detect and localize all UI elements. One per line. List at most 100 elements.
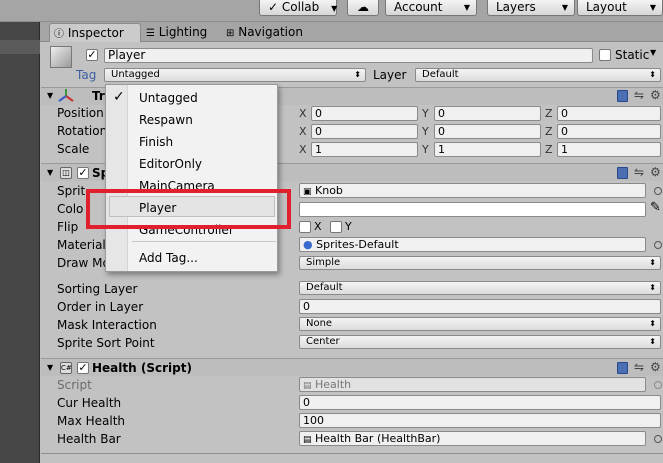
cloud-icon: ☁ (357, 0, 369, 14)
dropdown-arrow-icon: ⬍ (649, 70, 656, 79)
sprite-value: Knob (315, 184, 343, 197)
chevron-down-icon[interactable]: ▼ (650, 48, 656, 57)
cloud-button[interactable]: ☁ (347, 0, 379, 16)
triangle-down-icon[interactable]: ▼ (47, 363, 53, 372)
sprite-label: Sprit (57, 184, 86, 198)
gear-icon[interactable]: ⚙ (650, 360, 661, 374)
layout-button[interactable]: Layout ▼ (577, 0, 663, 16)
health-enabled-checkbox[interactable]: ✓ (77, 362, 89, 374)
rotation-z-field[interactable]: 0 (557, 124, 661, 139)
sprite-sort-point-dropdown[interactable]: Center ⬍ (299, 335, 661, 349)
object-picker-icon[interactable] (654, 241, 662, 249)
object-name-field[interactable]: Player (104, 48, 593, 63)
dropdown-arrow-icon: ⬍ (649, 337, 656, 346)
info-icon: ⓘ (54, 29, 64, 40)
triangle-down-icon[interactable]: ▼ (47, 91, 53, 100)
popup-item-respawn[interactable]: Respawn (139, 113, 193, 127)
tab-inspector[interactable]: ⓘ Inspector (49, 23, 141, 42)
flip-x-checkbox[interactable] (299, 221, 311, 233)
axis-x-label: X (299, 107, 307, 120)
material-field[interactable]: ● Sprites-Default (299, 237, 646, 252)
top-toolbar: ✓ Collab ▼ ☁ Account ▼ Layers ▼ Layout ▼ (0, 0, 663, 22)
position-x-field[interactable]: 0 (311, 106, 418, 121)
tag-value: Untagged (111, 69, 160, 80)
layers-label: Layers (496, 0, 536, 14)
cur-health-value: 0 (303, 396, 310, 409)
axis-z-label: Z (545, 125, 553, 138)
collab-button[interactable]: ✓ Collab ▼ (259, 0, 337, 16)
preset-icon[interactable]: ⇋ (634, 165, 644, 179)
color-field[interactable] (299, 202, 646, 217)
tag-dropdown[interactable]: Untagged ⬍ (104, 68, 366, 82)
axis-z-label: Z (545, 143, 553, 156)
position-z-value: 0 (561, 107, 568, 120)
sorting-layer-dropdown[interactable]: Default ⬍ (299, 281, 661, 295)
sprite-field[interactable]: ▣ Knob (299, 183, 646, 198)
position-y-field[interactable]: 0 (434, 106, 541, 121)
dropdown-arrow-icon: ⬍ (354, 70, 361, 79)
eyedropper-icon[interactable]: ✎ (650, 200, 661, 215)
max-health-value: 100 (303, 414, 324, 427)
mask-interaction-dropdown[interactable]: None ⬍ (299, 317, 661, 331)
scale-y-value: 1 (438, 143, 445, 156)
popup-item-finish[interactable]: Finish (139, 135, 173, 149)
chevron-down-icon: ▼ (463, 3, 470, 12)
scale-y-field[interactable]: 1 (434, 142, 541, 157)
position-x-value: 0 (315, 107, 322, 120)
position-z-field[interactable]: 0 (557, 106, 661, 121)
sprite-renderer-enabled-checkbox[interactable]: ✓ (77, 167, 89, 179)
tab-navigation[interactable]: ⊞ Navigation (222, 23, 312, 42)
static-checkbox[interactable] (599, 49, 611, 61)
material-icon: ● (303, 238, 313, 251)
order-in-layer-value: 0 (303, 300, 310, 313)
position-y-value: 0 (438, 107, 445, 120)
rotation-y-field[interactable]: 0 (434, 124, 541, 139)
script-file-icon: C# (60, 362, 72, 374)
sprite-sort-point-label: Sprite Sort Point (57, 336, 155, 350)
sorting-layer-label: Sorting Layer (57, 282, 138, 296)
order-in-layer-field[interactable]: 0 (299, 299, 661, 314)
layer-dropdown[interactable]: Default ⬍ (415, 68, 661, 82)
popup-item-add-tag[interactable]: Add Tag... (139, 251, 198, 265)
account-button[interactable]: Account ▼ (385, 0, 477, 16)
navigation-icon: ⊞ (226, 28, 235, 39)
scale-x-field[interactable]: 1 (311, 142, 418, 157)
tag-label: Tag (76, 68, 97, 82)
gear-icon[interactable]: ⚙ (650, 88, 661, 102)
rotation-x-field[interactable]: 0 (311, 124, 418, 139)
health-bar-field[interactable]: ▤ Health Bar (HealthBar) (299, 431, 646, 446)
cur-health-field[interactable]: 0 (299, 395, 661, 410)
help-book-icon[interactable] (617, 167, 628, 179)
gear-icon[interactable]: ⚙ (650, 165, 661, 179)
max-health-field[interactable]: 100 (299, 413, 661, 428)
order-in-layer-label: Order in Layer (57, 300, 144, 314)
tab-navigation-label: Navigation (238, 25, 303, 39)
active-checkbox[interactable]: ✓ (86, 49, 98, 61)
help-book-icon[interactable] (617, 90, 628, 102)
left-panel (0, 22, 40, 463)
max-health-label: Max Health (57, 414, 126, 428)
scale-z-value: 1 (561, 143, 568, 156)
color-label: Colo (57, 202, 84, 216)
script-value: Health (315, 378, 352, 391)
layer-label: Layer (373, 68, 407, 82)
preset-icon[interactable]: ⇋ (634, 88, 644, 102)
triangle-down-icon[interactable]: ▼ (47, 168, 53, 177)
static-label: Static (615, 48, 650, 62)
object-picker-icon[interactable] (654, 187, 662, 195)
script-label: Script (57, 378, 92, 392)
layers-button[interactable]: Layers ▼ (487, 0, 575, 16)
popup-item-editoronly[interactable]: EditorOnly (139, 157, 202, 171)
tab-lighting[interactable]: ☰ Lighting (142, 23, 216, 42)
flip-y-checkbox[interactable] (330, 221, 342, 233)
draw-mode-dropdown[interactable]: Simple ⬍ (299, 256, 661, 270)
help-book-icon[interactable] (617, 362, 628, 374)
dropdown-arrow-icon: ⬍ (649, 283, 656, 292)
check-icon: ✓ (113, 89, 125, 105)
popup-item-untagged[interactable]: Untagged (139, 91, 198, 105)
object-picker-icon[interactable] (654, 435, 662, 443)
health-bar-label: Health Bar (57, 432, 121, 446)
script-asset-icon: ▤ (303, 381, 312, 391)
preset-icon[interactable]: ⇋ (634, 360, 644, 374)
scale-z-field[interactable]: 1 (557, 142, 661, 157)
